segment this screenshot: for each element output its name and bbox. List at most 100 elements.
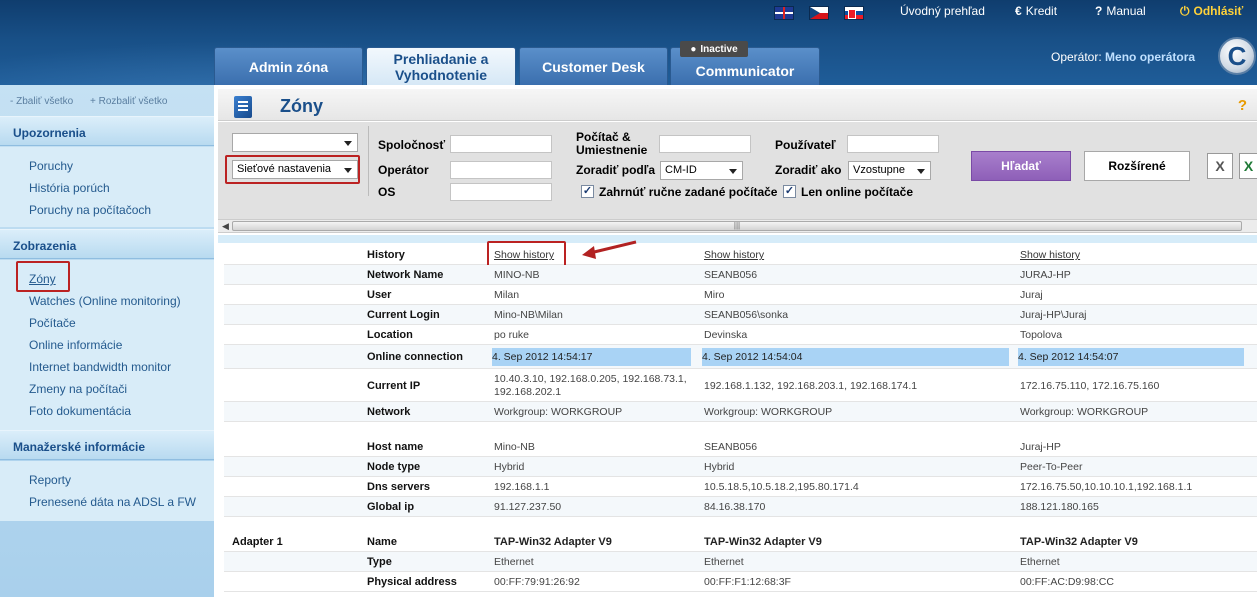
computer-input[interactable] <box>659 135 751 153</box>
filter-select-top[interactable] <box>232 133 358 152</box>
sidebar-item-historia-poruch[interactable]: História porúch <box>29 181 110 195</box>
row-label: Name <box>367 536 397 548</box>
sidebar-item-bandwidth-monitor[interactable]: Internet bandwidth monitor <box>29 360 171 374</box>
app-logo: C <box>1218 37 1256 75</box>
table-row: Node type Hybrid Hybrid Peer-To-Peer <box>224 457 1257 477</box>
sidebar-item-foto-dokumentacia[interactable]: Foto dokumentácia <box>29 404 131 418</box>
credit-link[interactable]: € Kredit <box>1015 4 1057 18</box>
include-manual-checkbox[interactable]: ✓ <box>581 185 594 198</box>
collapse-all-link[interactable]: - Zbaliť všetko <box>10 96 73 107</box>
row-label: Type <box>367 556 392 568</box>
scrollbar-thumb[interactable]: ||| <box>232 221 1242 231</box>
flag-en-icon[interactable] <box>774 6 794 20</box>
expand-all-link[interactable]: + Rozbaliť všetko <box>90 96 167 107</box>
sort-by-label: Zoradiť podľa <box>576 163 656 177</box>
view-select-callout-box <box>225 155 360 184</box>
os-input[interactable] <box>450 183 552 201</box>
cell: 172.16.75.110, 172.16.75.160 <box>1020 380 1160 392</box>
sidebar-item-zmeny-na-pocitaci[interactable]: Zmeny na počítači <box>29 382 127 396</box>
excel-export-icon[interactable]: X <box>1207 153 1233 179</box>
tab-browse-evaluate[interactable]: Prehliadanie a Vyhodnotenie <box>366 47 516 85</box>
zony-callout-box <box>16 261 70 292</box>
table-row: Physical address 00:FF:79:91:26:92 00:FF… <box>224 572 1257 592</box>
row-label: Current Login <box>367 309 440 321</box>
user-input[interactable] <box>847 135 939 153</box>
cell: Workgroup: WORKGROUP <box>494 406 623 418</box>
advanced-button[interactable]: Rozšírené <box>1084 151 1190 181</box>
online-only-label: Len online počítače <box>801 185 914 199</box>
cell: Miro <box>704 289 725 301</box>
excel-icon[interactable]: X <box>1239 153 1257 179</box>
sort-by-select[interactable]: CM-ID <box>660 161 743 180</box>
cell: SEANB056 <box>704 441 758 453</box>
show-history-link[interactable]: Show history <box>704 249 1004 262</box>
row-label: Host name <box>367 441 424 453</box>
cell: SEANB056 <box>704 269 758 281</box>
cell: 00:FF:F1:12:68:3F <box>704 576 791 588</box>
row-label: Current IP <box>367 380 421 392</box>
page-title: Zóny <box>280 96 323 116</box>
cell: Devinska <box>704 329 748 341</box>
logout-link[interactable]: ⏻ Odhlásiť <box>1180 4 1243 19</box>
table-top-strip <box>218 235 1257 243</box>
group-label: Adapter 1 <box>232 536 283 548</box>
tab-customer-desk[interactable]: Customer Desk <box>519 47 668 85</box>
cell: Ethernet <box>704 556 744 568</box>
online-cell: 4. Sep 2012 14:54:07 <box>1018 348 1244 366</box>
manual-link[interactable]: ? Manual <box>1095 4 1146 18</box>
cell: SEANB056\sonka <box>704 309 789 321</box>
online-only-checkbox[interactable]: ✓ <box>783 185 796 198</box>
cell: 188.121.180.165 <box>1020 501 1099 513</box>
cell: 91.127.237.50 <box>494 501 562 513</box>
sidebar-item-online-informacie[interactable]: Online informácie <box>29 338 122 352</box>
cell: TAP-Win32 Adapter V9 <box>494 536 612 548</box>
cell: Milan <box>494 289 520 301</box>
scroll-left-icon[interactable]: ◀ <box>222 221 229 232</box>
table-row: User Milan Miro Juraj <box>224 285 1257 305</box>
table-row-history: History Show history Show history Show h… <box>224 245 1257 265</box>
overview-link[interactable]: Úvodný prehľad <box>900 4 985 18</box>
row-label: User <box>367 289 392 301</box>
section-manazerske-informacie[interactable]: Manažerské informácie <box>0 430 214 460</box>
row-label: Global ip <box>367 501 415 513</box>
cell: Juraj <box>1020 289 1043 301</box>
horizontal-scrollbar[interactable]: ◀ ||| <box>218 219 1257 233</box>
table-row-online: Online connection 4. Sep 2012 14:54:17 4… <box>224 345 1257 369</box>
table-row: Current Login Mino-NB\Milan SEANB056\son… <box>224 305 1257 325</box>
sidebar-item-watches[interactable]: Watches (Online monitoring) <box>29 294 181 308</box>
section-zobrazenia[interactable]: Zobrazenia <box>0 229 214 259</box>
tab-admin-zone[interactable]: Admin zóna <box>214 47 363 85</box>
table-row: Current IP 10.40.3.10, 192.168.0.205, 19… <box>224 369 1257 402</box>
page-title-bar: Zóny ? <box>218 89 1257 121</box>
sort-as-select[interactable]: Vzostupne <box>848 161 931 180</box>
row-label: History <box>367 249 405 261</box>
table-row: Network Workgroup: WORKGROUP Workgroup: … <box>224 402 1257 422</box>
sidebar-item-reporty[interactable]: Reporty <box>29 473 71 487</box>
sidebar-item-poruchy-na-pocitacoch[interactable]: Poruchy na počítačoch <box>29 203 151 217</box>
computer-label: Počítač & Umiestnenie <box>576 130 648 157</box>
cell: MINO-NB <box>494 269 540 281</box>
help-icon[interactable]: ? <box>1238 97 1247 114</box>
search-button[interactable]: Hľadať <box>971 151 1071 181</box>
cell: TAP-Win32 Adapter V9 <box>704 536 822 548</box>
help-icon: ? <box>1095 4 1103 18</box>
table-row: Network Name MINO-NB SEANB056 JURAJ-HP <box>224 265 1257 285</box>
inactive-badge: ● Inactive <box>680 41 748 57</box>
sidebar-item-prenesene-data[interactable]: Prenesené dáta na ADSL a FW <box>29 495 196 509</box>
operator-input[interactable] <box>450 161 552 179</box>
cell: Mino-NB <box>494 441 535 453</box>
table-row: Global ip 91.127.237.50 84.16.38.170 188… <box>224 497 1257 517</box>
cell: Ethernet <box>1020 556 1060 568</box>
user-label: Používateľ <box>775 138 836 152</box>
flag-cz-icon[interactable] <box>809 6 829 20</box>
flag-sk-icon[interactable] <box>844 6 864 20</box>
company-input[interactable] <box>450 135 552 153</box>
table-row: Dns servers 192.168.1.1 10.5.18.5,10.5.1… <box>224 477 1257 497</box>
sort-as-label: Zoradiť ako <box>775 163 842 177</box>
show-history-link[interactable]: Show history <box>1020 249 1250 262</box>
operator-label: Operátor <box>378 163 429 177</box>
sidebar-item-pocitace[interactable]: Počítače <box>29 316 76 330</box>
row-label: Online connection <box>367 351 463 363</box>
section-upozornenia[interactable]: Upozornenia <box>0 116 214 146</box>
sidebar-item-poruchy[interactable]: Poruchy <box>29 159 73 173</box>
